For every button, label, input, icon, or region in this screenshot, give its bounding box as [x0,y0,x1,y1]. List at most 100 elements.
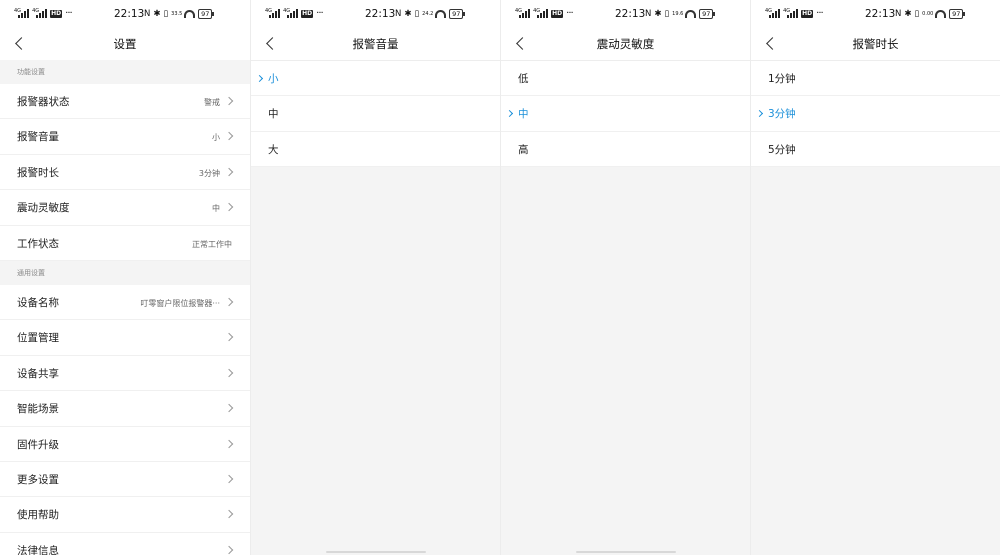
chevron-right-icon [224,545,234,554]
nav-bar: 报警时长 [751,28,1000,60]
wifi-icon [435,10,447,18]
option-label: 大 [268,143,279,156]
home-indicator [576,551,676,553]
settings-row-device-share[interactable]: 设备共享 [0,355,250,392]
nfc-icon: N [895,9,902,19]
vibrate-icon: ▯ [914,9,920,19]
row-value: 正常工作中 [192,239,232,249]
nfc-icon: N [645,9,652,19]
battery-icon: 97 [449,9,466,19]
option-label: 中 [518,108,529,121]
option-1-minute[interactable]: 1分钟 [751,61,1000,97]
chevron-right-icon [224,96,234,106]
row-value: 叮零窗户限位报警器··· [140,298,220,308]
row-label: 固件升级 [17,438,59,451]
option-small[interactable]: 小 [251,61,500,97]
chevron-right-icon [224,368,234,377]
row-label: 工作状态 [17,237,59,250]
selected-chevron-icon [755,110,764,118]
settings-row-help[interactable]: 使用帮助 [0,497,250,533]
row-label: 设备名称 [17,296,59,309]
carrier-a-label: 4G [515,8,523,14]
bluetooth-icon: ✱ [654,9,662,19]
bluetooth-icon: ✱ [404,9,412,19]
option-medium[interactable]: 中 [501,96,750,132]
more-notifications-icon: ··· [566,8,573,19]
option-3-minutes[interactable]: 3分钟 [751,96,1000,132]
selected-chevron-icon [255,74,264,83]
status-bar: 4G 4G HD ··· 22:13 N ✱ ▯ 0.00 97 [751,0,1000,28]
section-header-general: 通用设置 [0,260,250,285]
chevron-right-icon [224,333,234,342]
bluetooth-icon: ✱ [904,9,912,19]
option-label: 3分钟 [768,108,796,121]
option-list: 1分钟 3分钟 5分钟 [751,60,1000,168]
settings-row-legal[interactable]: 法律信息 [0,532,250,555]
settings-row-alarm-duration[interactable]: 报警时长 3分钟 [0,154,250,191]
row-label: 震动灵敏度 [17,202,70,215]
battery-icon: 97 [699,9,716,19]
row-label: 法律信息 [17,544,59,555]
settings-row-firmware[interactable]: 固件升级 [0,426,250,462]
option-large[interactable]: 大 [251,131,500,168]
settings-row-smart-scene[interactable]: 智能场景 [0,391,250,427]
battery-icon: 97 [198,9,215,19]
row-value: 3分钟 [198,168,220,178]
carrier-b-label: 4G [32,8,40,14]
nav-bar: 报警音量 [251,28,500,60]
status-bar: 4G 4G HD ··· 22:13 N ✱ ▯ 19.6 97 [501,0,750,28]
volume-screen: 4G 4G HD ··· 22:13 N ✱ ▯ 24.2 97 报警音量 小 … [250,0,500,555]
settings-row-device-name[interactable]: 设备名称 叮零窗户限位报警器··· [0,284,250,321]
chevron-right-icon [224,202,234,212]
option-high[interactable]: 高 [501,131,750,168]
home-indicator [326,551,426,553]
carrier-a-label: 4G [765,8,773,14]
sensitivity-screen: 4G 4G HD ··· 22:13 N ✱ ▯ 19.6 97 震动灵敏度 低… [500,0,750,555]
page-title: 报警音量 [352,37,399,51]
carrier-b-label: 4G [783,8,791,14]
network-speed: 0.00 [922,10,934,17]
row-label: 报警时长 [17,166,59,179]
carrier-b-label: 4G [283,8,291,14]
clock: 22:13 [365,8,396,20]
settings-row-work-status: 工作状态 正常工作中 [0,225,250,261]
settings-row-alarm-volume[interactable]: 报警音量 小 [0,119,250,155]
row-value: 警戒 [204,98,220,107]
wifi-icon [184,10,196,18]
option-5-minutes[interactable]: 5分钟 [751,131,1000,168]
carrier-a-label: 4G [265,8,273,14]
nav-bar: 震动灵敏度 [501,28,750,60]
chevron-right-icon [224,474,234,484]
selected-chevron-icon [505,110,514,118]
option-low[interactable]: 低 [501,61,750,97]
option-list: 小 中 大 [251,60,500,168]
network-speed: 19.6 [672,10,684,17]
page-title: 震动灵敏度 [596,37,655,51]
option-medium[interactable]: 中 [251,96,500,132]
wifi-icon [935,10,947,18]
status-bar: 4G 4G HD ··· 22:13 N ✱ ▯ 33.5 97 [0,0,250,28]
row-label: 报警器状态 [17,96,70,108]
option-label: 小 [268,73,279,85]
settings-row-location[interactable]: 位置管理 [0,320,250,356]
settings-row-alarm-status[interactable]: 报警器状态 警戒 [0,84,250,120]
more-notifications-icon: ··· [316,8,323,19]
more-notifications-icon: ··· [65,8,72,19]
duration-screen: 4G 4G HD ··· 22:13 N ✱ ▯ 0.00 97 报警时长 1分… [750,0,1000,555]
carrier-b-label: 4G [533,8,541,14]
settings-row-more[interactable]: 更多设置 [0,461,250,498]
chevron-right-icon [224,403,234,413]
option-label: 中 [268,108,279,121]
clock: 22:13 [615,8,646,20]
network-speed: 24.2 [422,10,434,17]
carrier-a-label: 4G [14,8,22,14]
chevron-right-icon [224,439,234,448]
settings-row-vibration-sensitivity[interactable]: 震动灵敏度 中 [0,190,250,226]
vibrate-icon: ▯ [414,9,420,19]
hd-badge: HD [301,10,314,18]
row-label: 报警音量 [17,131,59,144]
page-title: 报警时长 [852,37,899,51]
page-title: 设置 [113,37,137,51]
chevron-right-icon [224,167,234,177]
section-header-function: 功能设置 [0,60,250,84]
